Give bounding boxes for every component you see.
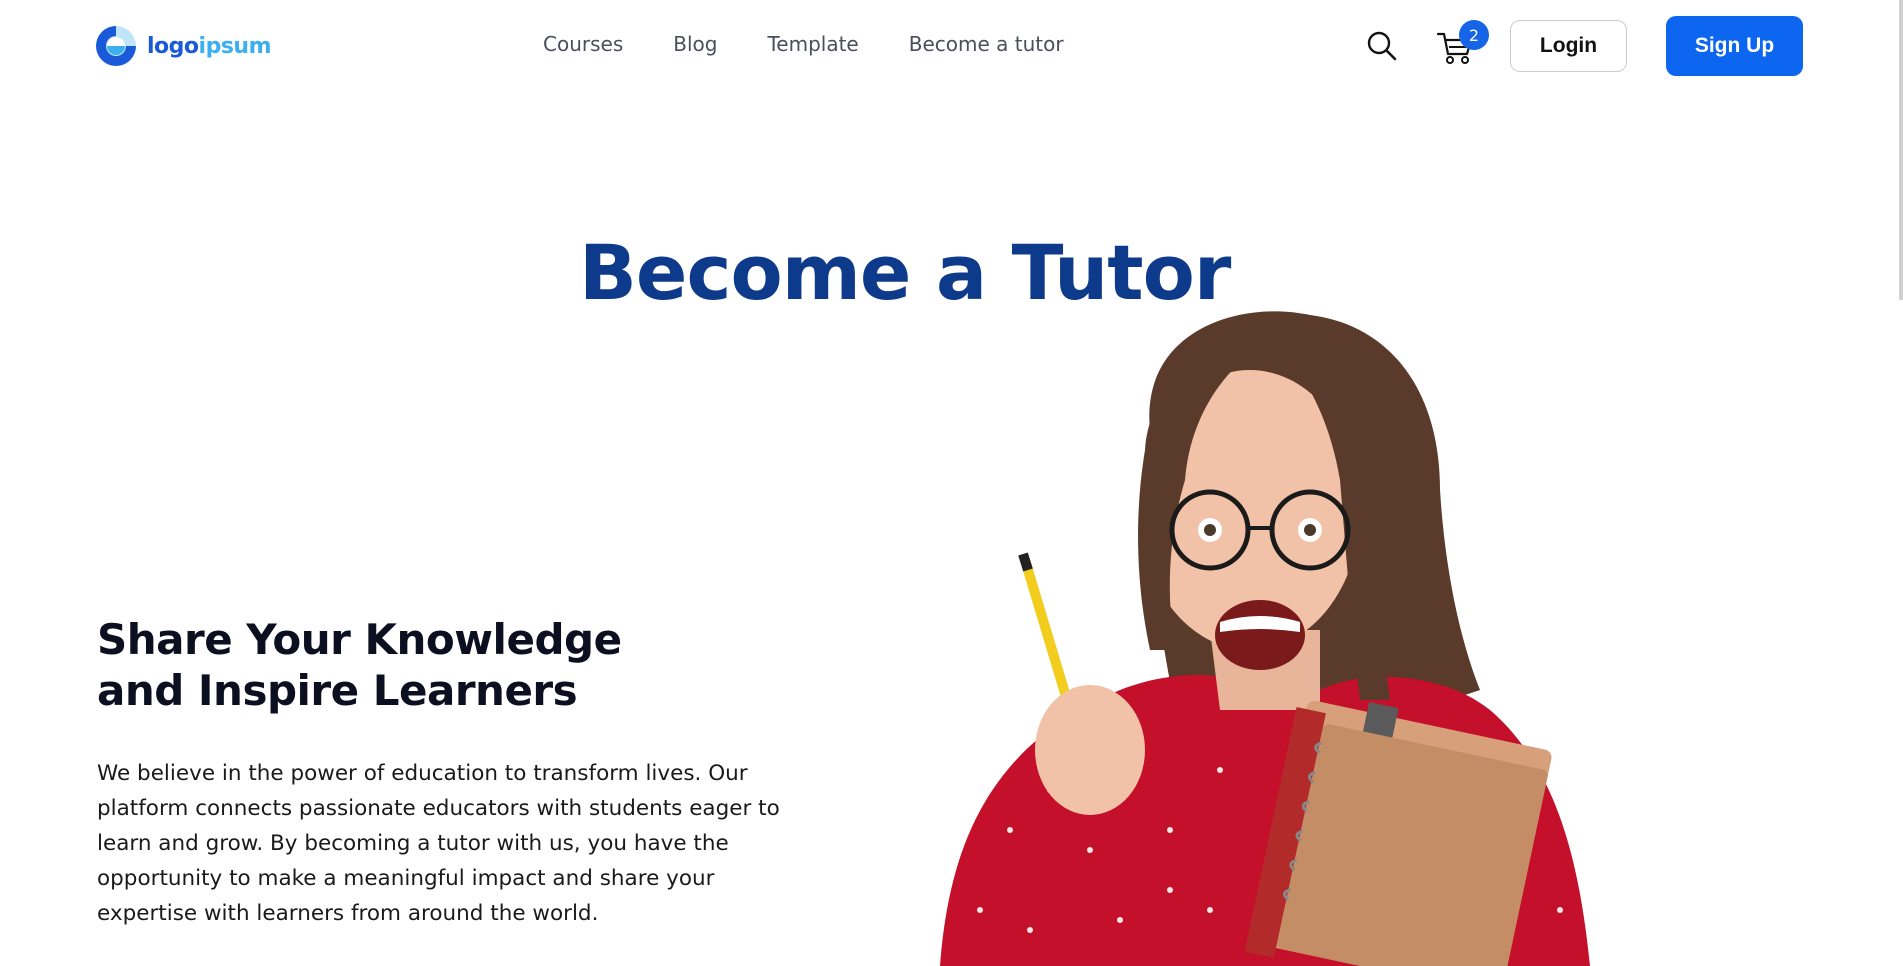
page-title: Become a Tutor [579, 228, 1231, 317]
hero-description-line: platform connects passionate educators w… [97, 796, 780, 821]
hero-description-line: We believe in the power of education to … [97, 761, 748, 786]
hero-description-line: expertise with learners from around the … [97, 901, 599, 926]
sign-up-button[interactable]: Sign Up [1666, 16, 1803, 76]
top-navigation: logoipsum Courses Blog Template Become a… [0, 0, 1903, 92]
cart-count-badge: 2 [1459, 20, 1489, 50]
hero-subtitle-line-2: and Inspire Learners [97, 666, 578, 715]
nav-link-template[interactable]: Template [767, 32, 858, 56]
hero-student-image [940, 311, 1590, 966]
hero-subtitle-line-1: Share Your Knowledge [97, 615, 622, 664]
logo-ring-icon [96, 26, 136, 66]
nav-link-courses[interactable]: Courses [543, 32, 623, 56]
login-button[interactable]: Login [1510, 20, 1627, 72]
main-nav: Courses Blog Template Become a tutor [543, 32, 1114, 56]
nav-link-become-a-tutor[interactable]: Become a tutor [909, 32, 1064, 56]
hero-description: We believe in the power of education to … [97, 756, 837, 931]
hero-description-line: opportunity to make a meaningful impact … [97, 866, 715, 891]
hero-subtitle: Share Your Knowledge and Inspire Learner… [97, 614, 717, 716]
hero-description-line: learn and grow. By becoming a tutor with… [97, 831, 729, 856]
logo-text: logoipsum [147, 33, 272, 59]
logo-text-part1: logo [147, 33, 199, 59]
scrollbar[interactable] [1899, 0, 1903, 300]
logo-text-part2: ipsum [198, 33, 272, 59]
nav-link-blog[interactable]: Blog [673, 32, 717, 56]
logo[interactable]: logoipsum [93, 23, 272, 69]
search-icon[interactable] [1366, 30, 1398, 62]
